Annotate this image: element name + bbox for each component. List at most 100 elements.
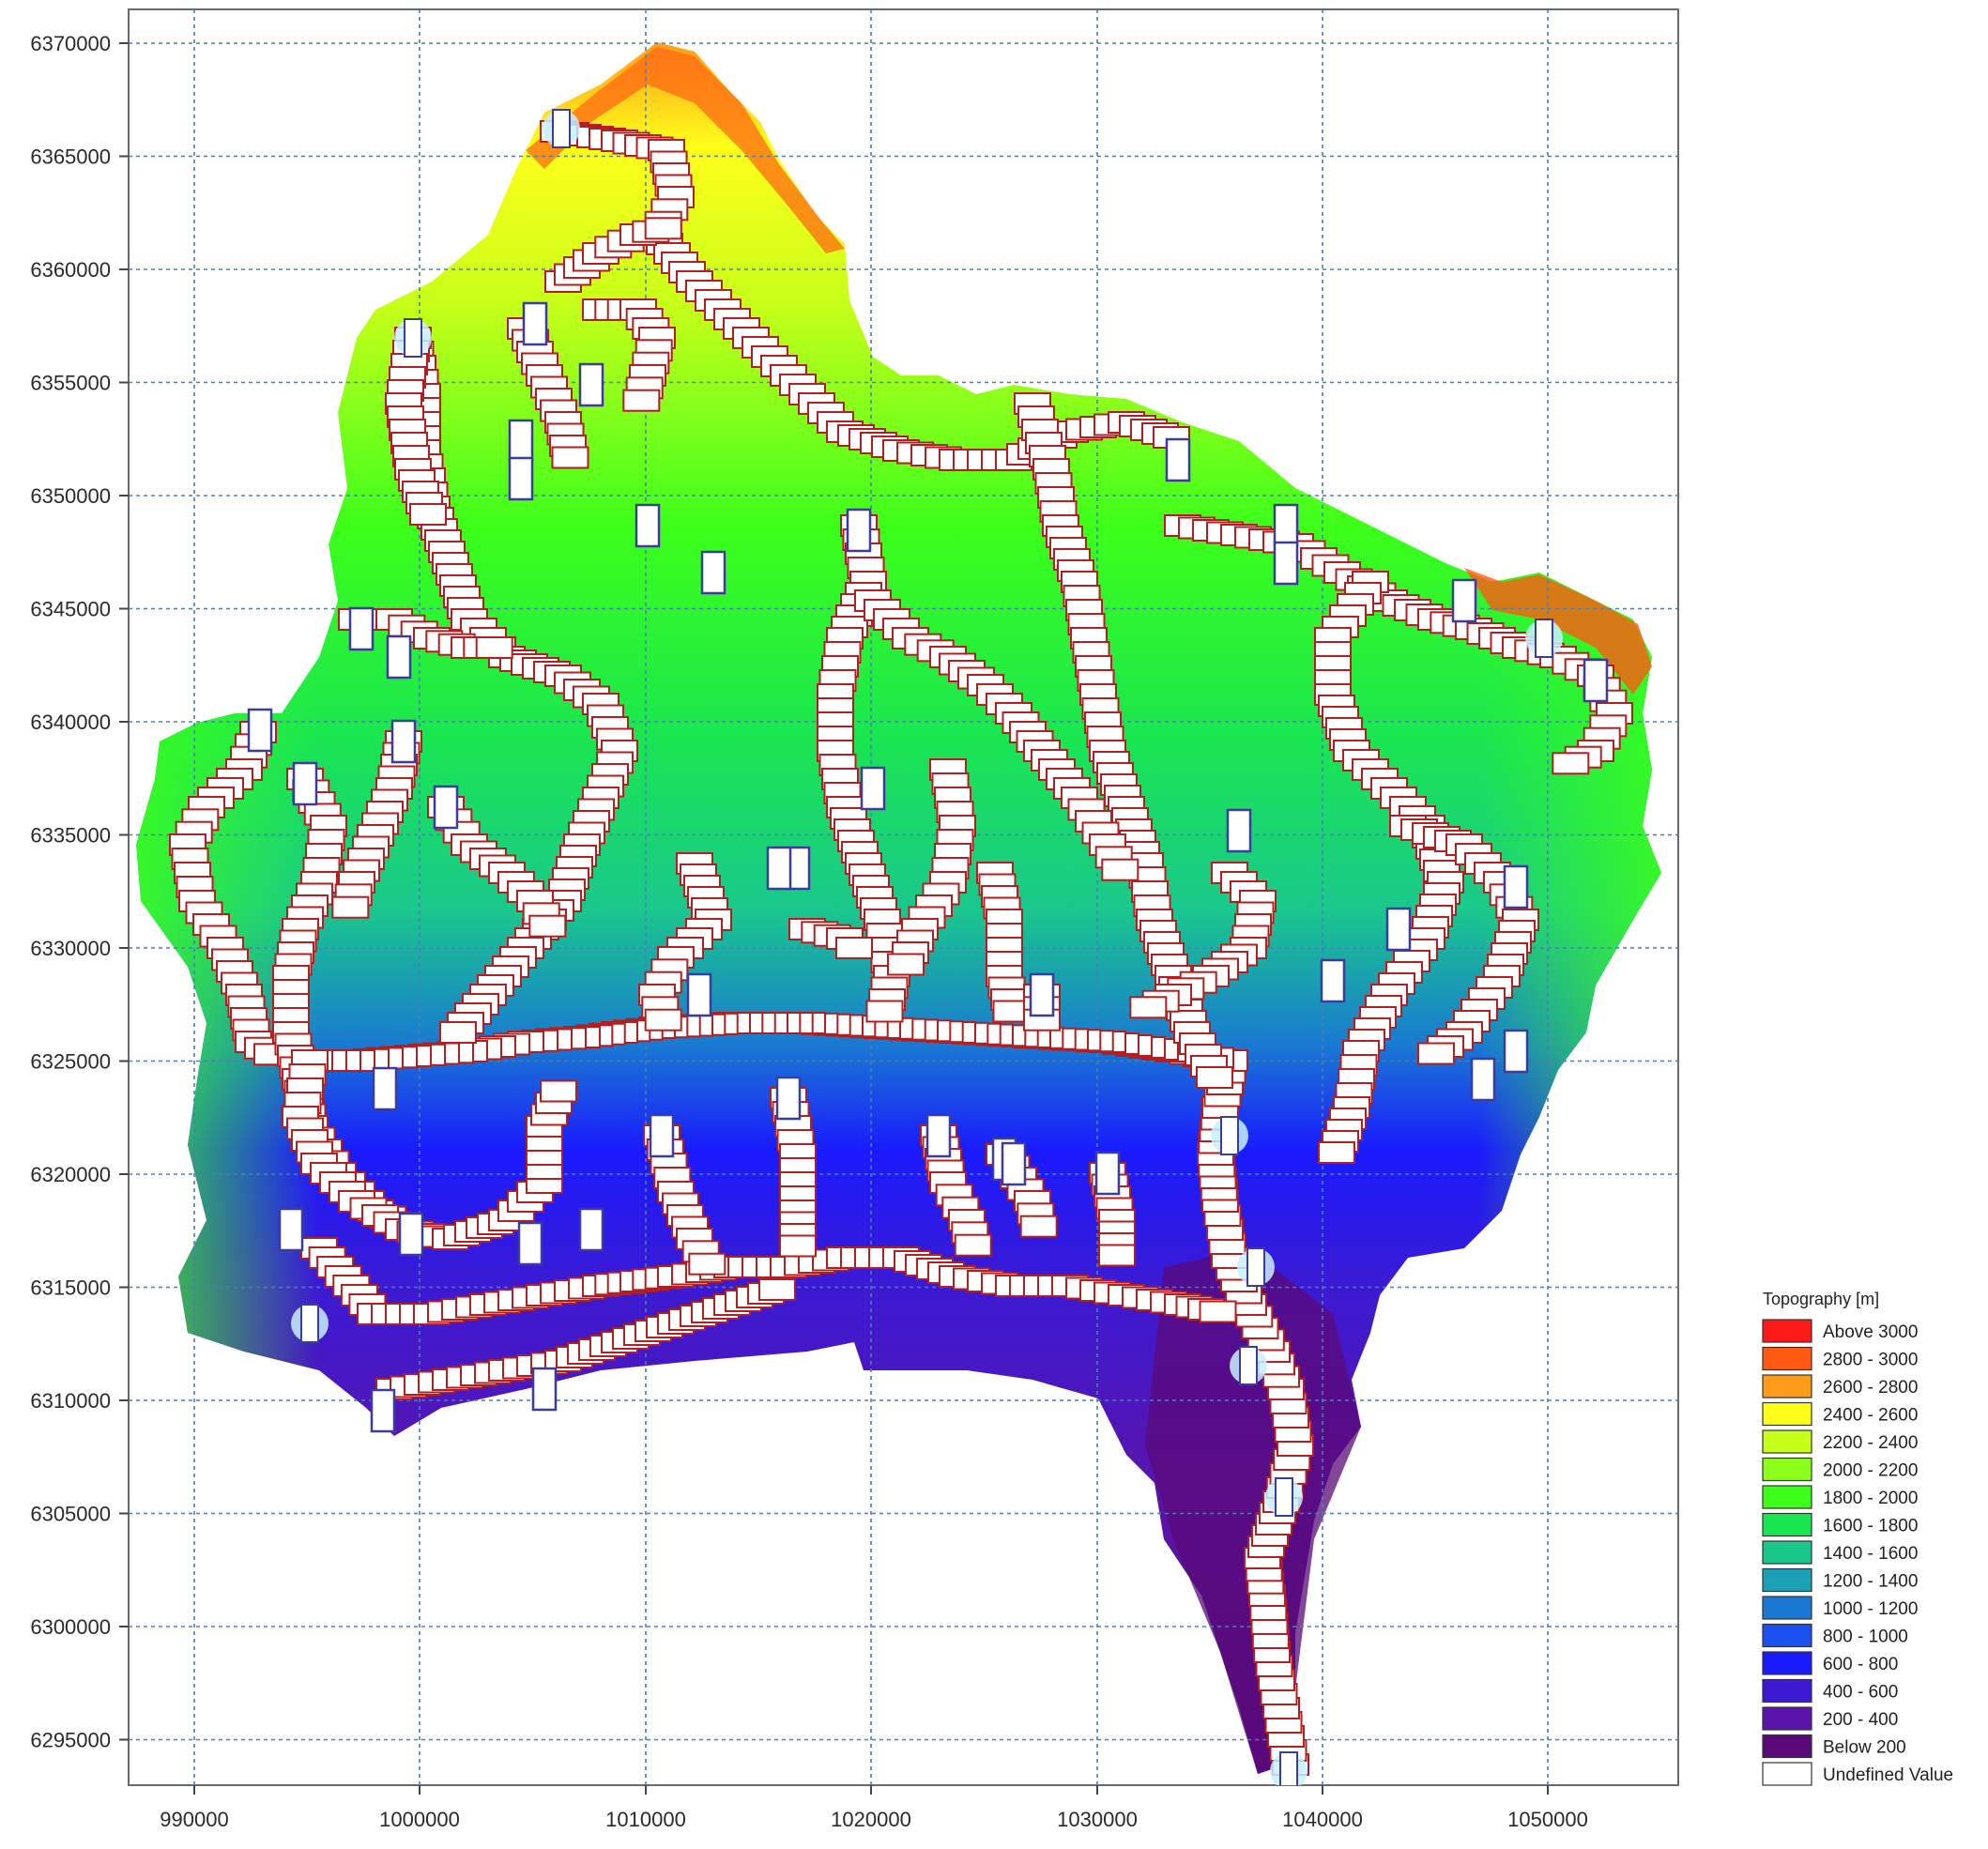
network-node-marker bbox=[635, 503, 661, 548]
network-node-marker bbox=[247, 708, 273, 753]
network-node-marker bbox=[578, 362, 604, 407]
river-segment bbox=[954, 1233, 992, 1257]
network-node-marker bbox=[860, 766, 886, 811]
network-node-marker bbox=[508, 456, 534, 501]
network-node-marker bbox=[372, 1066, 398, 1111]
river-segment bbox=[644, 217, 682, 240]
boundary-node-marker bbox=[1265, 1477, 1303, 1517]
boundary-node-marker bbox=[291, 1304, 329, 1343]
y-tick-label: 6305000 bbox=[30, 1503, 111, 1526]
y-tick-label: 6350000 bbox=[30, 484, 111, 508]
network-node-marker bbox=[1385, 907, 1412, 952]
y-tick-label: 6300000 bbox=[30, 1615, 111, 1639]
network-node-marker bbox=[925, 1113, 952, 1158]
river-segment bbox=[540, 1079, 577, 1103]
network-node-marker bbox=[508, 419, 534, 464]
x-tick-label: 1020000 bbox=[831, 1808, 911, 1831]
network-node-marker bbox=[386, 634, 412, 680]
river-segment bbox=[1552, 752, 1590, 775]
legend-swatch bbox=[1762, 1374, 1812, 1398]
boundary-node-marker bbox=[543, 109, 580, 148]
boundary-node-marker bbox=[1211, 1116, 1248, 1155]
x-tick-label: 1050000 bbox=[1507, 1808, 1588, 1831]
legend-entry-label: 400 - 600 bbox=[1823, 1683, 1898, 1703]
legend-title: Topography [m] bbox=[1763, 1290, 1879, 1308]
legend-swatch bbox=[1762, 1678, 1812, 1704]
river-segment bbox=[622, 389, 661, 412]
y-tick-label: 6345000 bbox=[30, 598, 111, 621]
y-tick-label: 6365000 bbox=[30, 145, 111, 169]
river-segment bbox=[779, 1234, 817, 1258]
y-tick-label: 6325000 bbox=[30, 1050, 111, 1074]
y-tick-label: 6370000 bbox=[30, 32, 111, 55]
topography-map: 990000 1000000 1010000 1020000 1030000 104000… bbox=[30, 8, 1953, 1831]
x-tick-label: 1010000 bbox=[605, 1808, 686, 1831]
x-axis: 990000 1000000 1010000 1020000 1030000 104000… bbox=[160, 1785, 1588, 1831]
network-node-marker bbox=[846, 508, 872, 553]
network-node-marker bbox=[1094, 1151, 1121, 1196]
legend-entry-label: Above 3000 bbox=[1823, 1322, 1918, 1342]
legend-swatch bbox=[1762, 1346, 1812, 1371]
network-node-marker bbox=[348, 606, 375, 651]
legend-swatch bbox=[1762, 1623, 1812, 1648]
river-segment bbox=[688, 1252, 726, 1276]
network-node-marker bbox=[1273, 541, 1299, 586]
river-segment bbox=[1019, 1215, 1058, 1238]
river-segment bbox=[644, 1008, 682, 1031]
legend-entry-label: 1800 - 2000 bbox=[1823, 1489, 1918, 1508]
y-axis: 6370000 6365000 6360000 6355000 6350000 63450… bbox=[30, 32, 129, 1752]
legend-entry-label: 2800 - 3000 bbox=[1823, 1351, 1918, 1370]
y-tick-label: 6330000 bbox=[30, 937, 111, 960]
network-node-marker bbox=[390, 719, 417, 764]
legend-swatch bbox=[1762, 1651, 1812, 1675]
legend-entry-label: 1200 - 1400 bbox=[1823, 1572, 1918, 1592]
legend-swatch bbox=[1762, 1567, 1812, 1593]
legend-entry-label: 200 - 400 bbox=[1823, 1710, 1898, 1730]
legend-entry-label: 2400 - 2600 bbox=[1823, 1406, 1918, 1426]
network-node-marker bbox=[1320, 958, 1346, 1003]
river-segment bbox=[528, 914, 567, 938]
x-tick-label: 1000000 bbox=[379, 1808, 460, 1831]
legend-swatch bbox=[1762, 1512, 1812, 1537]
legend-swatch bbox=[1762, 1706, 1812, 1731]
network-node-marker bbox=[686, 972, 712, 1017]
y-tick-label: 6335000 bbox=[30, 824, 111, 848]
legend-entry-label: Undefined Value bbox=[1823, 1765, 1953, 1785]
network-node-marker bbox=[433, 785, 459, 830]
river-segment bbox=[475, 636, 513, 659]
river-segment bbox=[1129, 996, 1168, 1019]
network-node-marker bbox=[1503, 864, 1529, 909]
y-tick-label: 6355000 bbox=[30, 372, 111, 395]
network-node-marker bbox=[1001, 1141, 1027, 1186]
river-segment bbox=[409, 503, 447, 526]
legend-swatch bbox=[1762, 1734, 1812, 1759]
river-segment bbox=[1199, 1300, 1237, 1323]
legend-entry-label: 1400 - 1600 bbox=[1823, 1544, 1918, 1564]
y-tick-label: 6315000 bbox=[30, 1276, 111, 1300]
legend-swatch bbox=[1762, 1485, 1812, 1509]
river-segment bbox=[865, 1000, 904, 1023]
network-node-marker bbox=[398, 1212, 424, 1257]
network-node-marker bbox=[1503, 1029, 1529, 1074]
legend: Topography [m] Above 3000 2800 - 3000 2600… bbox=[1762, 1290, 1953, 1786]
x-tick-label: 1030000 bbox=[1057, 1808, 1138, 1831]
legend-entry-label: 1600 - 1800 bbox=[1823, 1517, 1918, 1536]
y-tick-label: 6310000 bbox=[30, 1389, 111, 1413]
river-segment bbox=[1098, 1244, 1136, 1267]
network-node-marker bbox=[1029, 972, 1055, 1017]
network-node-marker bbox=[775, 1076, 802, 1121]
legend-entry-label: 2200 - 2400 bbox=[1823, 1433, 1918, 1453]
network-node-marker bbox=[370, 1388, 396, 1433]
legend-entry-label: 800 - 1000 bbox=[1823, 1627, 1908, 1647]
network-node-marker bbox=[292, 761, 318, 806]
network-node-marker bbox=[531, 1367, 558, 1412]
legend-swatch bbox=[1762, 1762, 1812, 1786]
network-node-marker bbox=[649, 1113, 675, 1158]
network-node-marker bbox=[1226, 808, 1252, 853]
legend-entry-label: 600 - 800 bbox=[1823, 1655, 1898, 1674]
river-segment bbox=[1101, 858, 1139, 881]
river-segment bbox=[331, 895, 370, 919]
network-node-marker bbox=[517, 1221, 543, 1266]
boundary-node-marker bbox=[1270, 1751, 1307, 1785]
y-tick-label: 6340000 bbox=[30, 711, 111, 734]
